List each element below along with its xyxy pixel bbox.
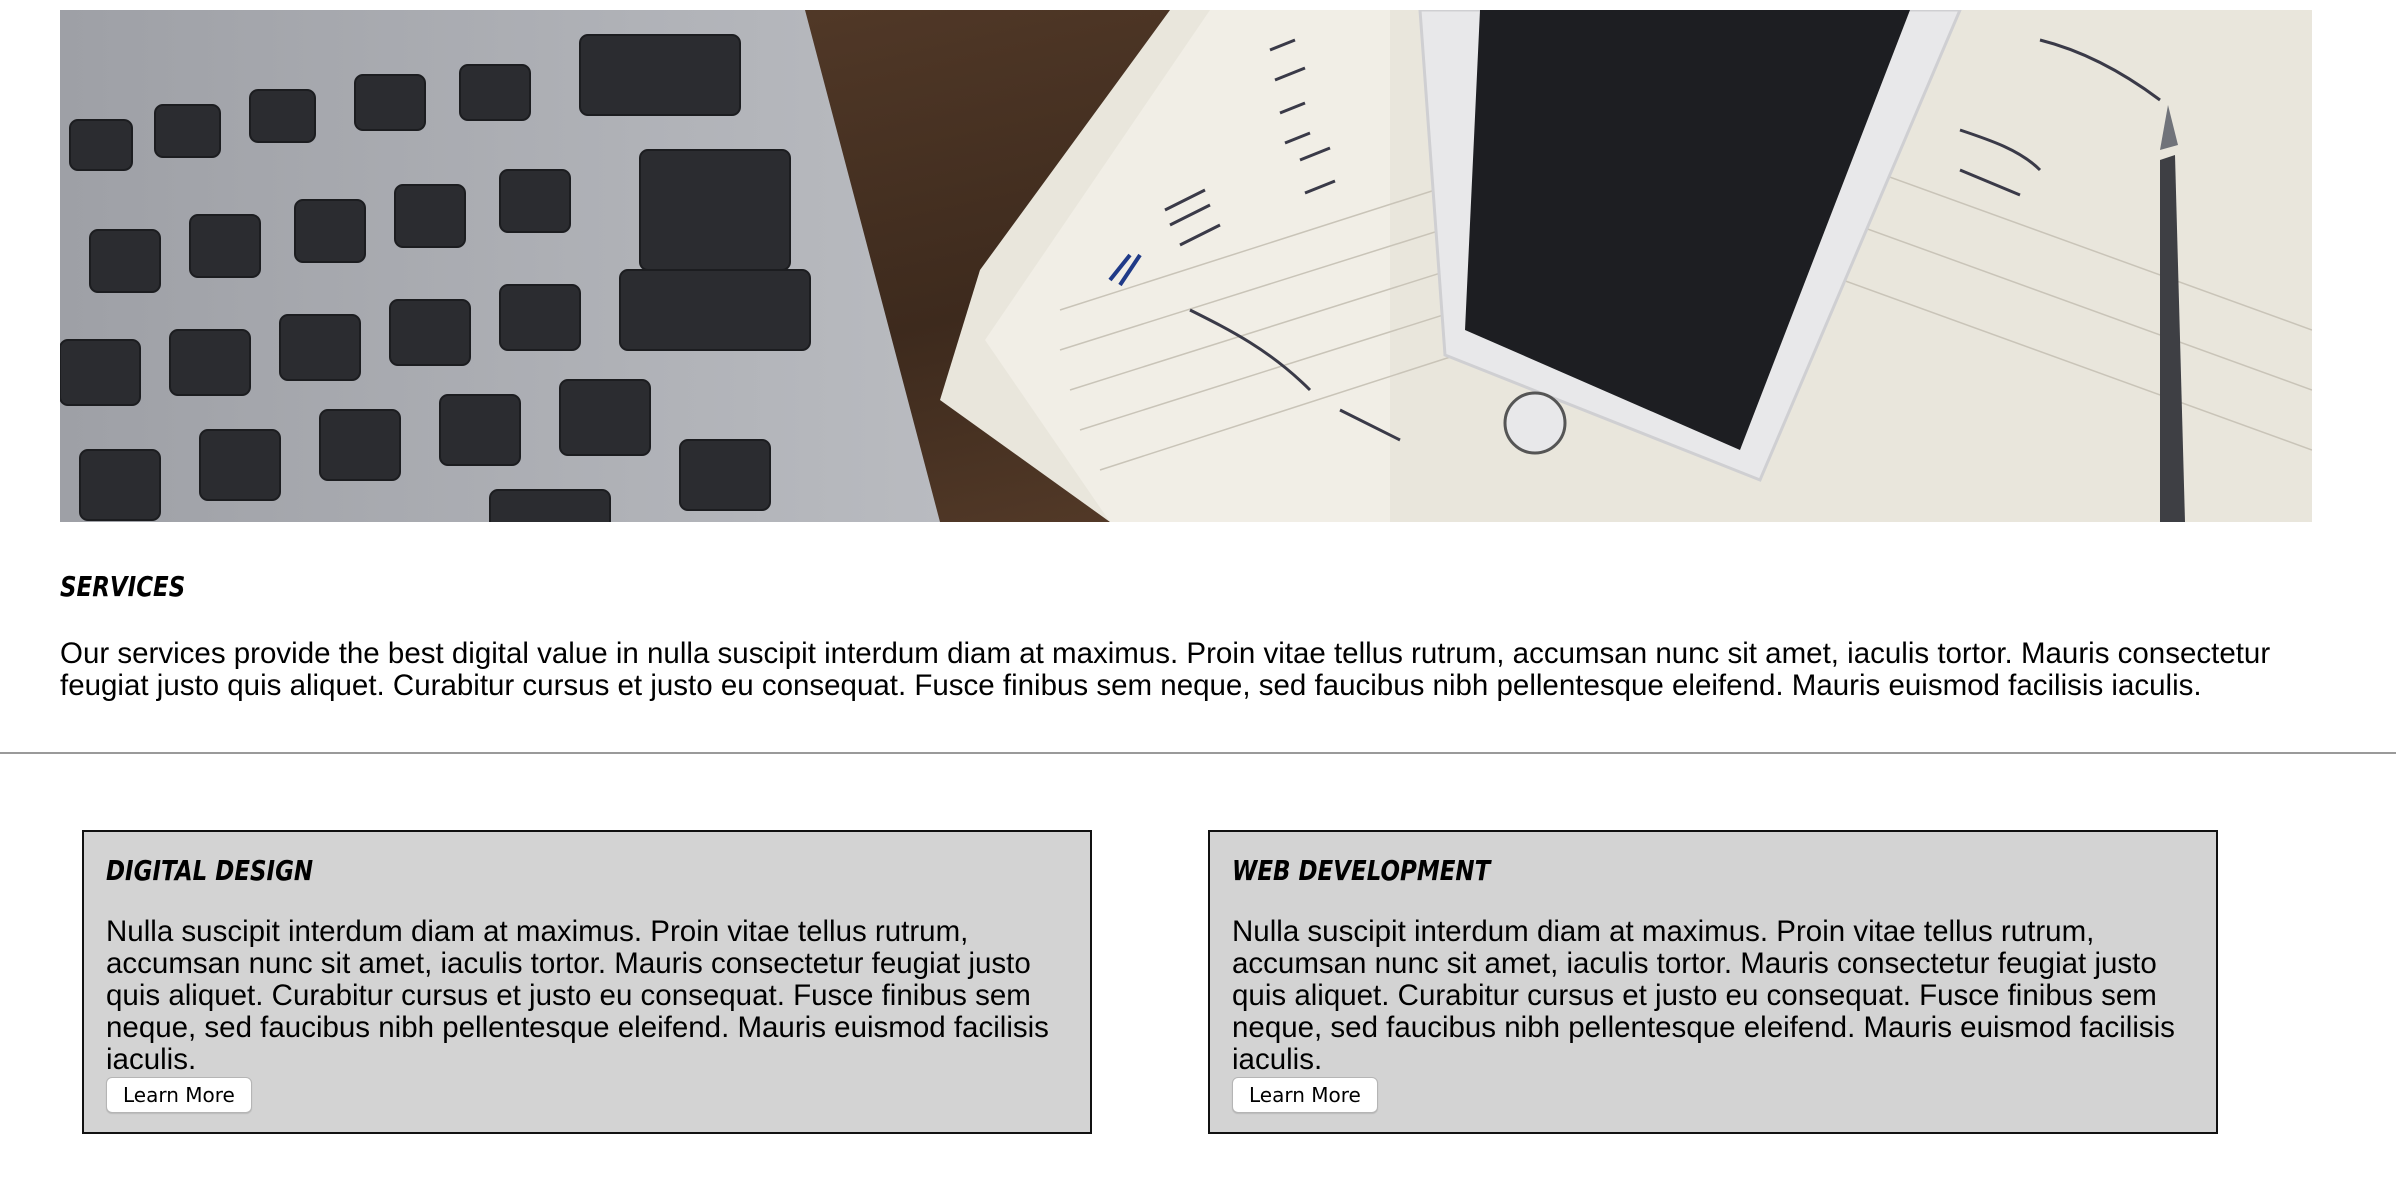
- section-divider: [0, 752, 2396, 754]
- card-text: Nulla suscipit interdum diam at maximus.…: [106, 915, 1049, 1076]
- card-title: WEB DEVELOPMENT: [1232, 854, 1491, 887]
- card-title: DIGITAL DESIGN: [106, 854, 314, 887]
- services-heading: SERVICES: [60, 570, 186, 603]
- service-card-web-development: WEB DEVELOPMENT Nulla suscipit interdum …: [1208, 830, 2218, 1134]
- card-text: Nulla suscipit interdum diam at maximus.…: [1232, 915, 2175, 1076]
- learn-more-button[interactable]: Learn More: [1232, 1077, 1378, 1113]
- service-card-digital-design: DIGITAL DESIGN Nulla suscipit interdum d…: [82, 830, 1092, 1134]
- hero-image: [60, 10, 2312, 522]
- services-description: Our services provide the best digital va…: [60, 637, 2271, 702]
- learn-more-button[interactable]: Learn More: [106, 1077, 252, 1113]
